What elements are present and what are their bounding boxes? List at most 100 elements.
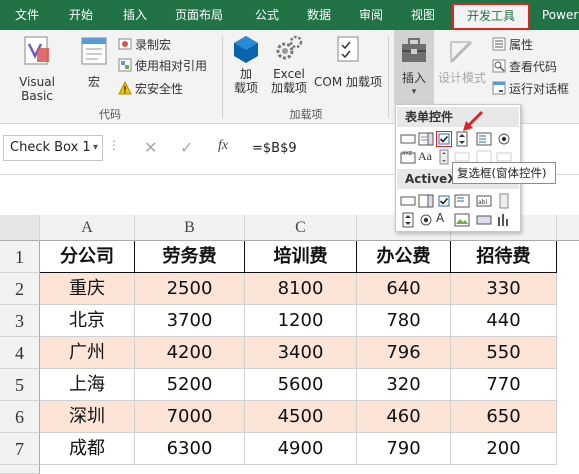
column-header-c[interactable]: C	[245, 215, 357, 241]
table-cell[interactable]: 深圳	[40, 401, 135, 433]
record-macro-button[interactable]: 录制宏	[118, 36, 171, 54]
scroll-bar-control-icon[interactable]	[436, 149, 452, 165]
table-cell[interactable]: 6300	[135, 433, 245, 465]
table-cell[interactable]: 广州	[40, 337, 135, 369]
resize-handle-icon[interactable]: ⋮	[108, 138, 120, 158]
table-cell[interactable]: 5200	[135, 369, 245, 401]
row-header-4[interactable]: 4	[0, 337, 40, 369]
addins-button[interactable]: 加 载项	[226, 34, 266, 100]
table-cell[interactable]: 550	[451, 337, 557, 369]
tab-home[interactable]: 开始	[58, 0, 104, 30]
insert-controls-button[interactable]: 插入 ▾	[394, 30, 434, 104]
tab-power[interactable]: Power	[536, 0, 579, 30]
table-cell[interactable]: 4200	[135, 337, 245, 369]
button-control-icon[interactable]	[400, 131, 416, 147]
table-header-cell[interactable]: 招待费	[451, 241, 557, 273]
table-cell[interactable]: 2500	[135, 273, 245, 305]
checkbox-control-icon[interactable]	[436, 131, 452, 147]
label-control-icon[interactable]: Aa	[418, 149, 434, 165]
table-cell[interactable]: 200	[451, 433, 557, 465]
function-icon[interactable]: fx	[218, 138, 228, 154]
table-cell[interactable]: 8100	[245, 273, 357, 305]
excel-addins-button[interactable]: Excel 加载项	[266, 34, 312, 100]
column-header-a[interactable]: A	[40, 215, 135, 241]
row-header-5[interactable]: 5	[0, 369, 40, 401]
row-header-7[interactable]: 7	[0, 433, 40, 465]
chevron-down-icon[interactable]: ▾	[93, 136, 98, 160]
relative-references-button[interactable]: 使用相对引用	[118, 57, 207, 75]
activex-text-box-icon[interactable]: abl	[476, 193, 492, 209]
activex-label-icon[interactable]: A	[436, 211, 452, 227]
name-box[interactable]: Check Box 1 ▾	[3, 135, 103, 161]
addins-label-2: 载项	[233, 81, 258, 95]
table-cell[interactable]: 3700	[135, 305, 245, 337]
table-cell[interactable]: 7000	[135, 401, 245, 433]
table-header-cell[interactable]: 培训费	[245, 241, 357, 273]
properties-button[interactable]: 属性	[492, 36, 533, 54]
tab-data[interactable]: 数据	[296, 0, 342, 30]
com-addins-button[interactable]: COM 加载项	[312, 34, 384, 100]
cancel-icon[interactable]: ✕	[144, 138, 157, 157]
activex-image-icon[interactable]	[454, 212, 470, 228]
table-header-cell[interactable]: 劳务费	[135, 241, 245, 273]
design-mode-button[interactable]: 设计模式	[436, 36, 488, 96]
table-cell[interactable]: 650	[451, 401, 557, 433]
table-cell[interactable]: 3400	[245, 337, 357, 369]
table-header-cell[interactable]: 办公费	[357, 241, 451, 273]
tab-insert[interactable]: 插入	[112, 0, 158, 30]
table-header-cell[interactable]: 分公司	[40, 241, 135, 273]
macros-button[interactable]: 宏	[76, 34, 112, 96]
tab-developer[interactable]: 开发工具	[452, 3, 530, 30]
row-header-3[interactable]: 3	[0, 305, 40, 337]
table-cell[interactable]: 460	[357, 401, 451, 433]
activex-spin-button-icon[interactable]	[400, 212, 416, 228]
table-cell[interactable]: 北京	[40, 305, 135, 337]
combo-box-control-icon[interactable]	[418, 131, 434, 147]
column-header-b[interactable]: B	[135, 215, 245, 241]
table-cell[interactable]: 440	[451, 305, 557, 337]
tooltip: 复选框(窗体控件)	[452, 162, 556, 184]
table-cell[interactable]: 5600	[245, 369, 357, 401]
tab-view[interactable]: 视图	[400, 0, 446, 30]
table-cell[interactable]: 640	[357, 273, 451, 305]
row-header-8[interactable]	[0, 465, 40, 474]
table-cell[interactable]: 重庆	[40, 273, 135, 305]
tab-review[interactable]: 审阅	[348, 0, 394, 30]
activex-checkbox-icon[interactable]	[436, 193, 452, 209]
option-button-control-icon[interactable]	[496, 131, 512, 147]
activex-list-box-icon[interactable]	[454, 193, 470, 209]
table-cell[interactable]: 320	[357, 369, 451, 401]
tab-page-layout[interactable]: 页面布局	[166, 0, 232, 30]
activex-scroll-bar-icon[interactable]	[496, 193, 512, 209]
table-cell[interactable]: 1200	[245, 305, 357, 337]
table-cell[interactable]: 4500	[245, 401, 357, 433]
table-cell[interactable]: 4900	[245, 433, 357, 465]
tab-file[interactable]: 文件	[4, 0, 50, 30]
activex-more-controls-icon[interactable]	[496, 212, 512, 228]
chevron-down-icon: ▾	[411, 87, 417, 97]
group-box-control-icon[interactable]: XYZ	[400, 149, 416, 165]
visual-basic-button[interactable]: Visual Basic	[2, 34, 72, 103]
tab-formulas[interactable]: 公式	[244, 0, 290, 30]
table-cell[interactable]: 780	[357, 305, 451, 337]
table-cell[interactable]: 成都	[40, 433, 135, 465]
activex-toggle-button-icon[interactable]	[476, 212, 492, 228]
activex-combo-box-icon[interactable]	[418, 193, 434, 209]
view-code-button[interactable]: 查看代码	[492, 58, 557, 76]
table-cell[interactable]: 上海	[40, 369, 135, 401]
table-cell[interactable]: 330	[451, 273, 557, 305]
macro-security-button[interactable]: 宏安全性	[118, 80, 183, 98]
run-dialog-button[interactable]: 运行对话框	[492, 80, 569, 98]
table-cell[interactable]: 790	[357, 433, 451, 465]
row-header-2[interactable]: 2	[0, 273, 40, 305]
confirm-icon[interactable]: ✓	[180, 138, 193, 157]
activex-option-button-icon[interactable]	[418, 212, 434, 228]
table-cell[interactable]: 770	[451, 369, 557, 401]
select-all-corner[interactable]	[0, 215, 40, 241]
row-header-1[interactable]: 1	[0, 241, 40, 273]
row-header-6[interactable]: 6	[0, 401, 40, 433]
formula-input[interactable]: =$B$9	[252, 141, 297, 156]
activex-button-icon[interactable]	[400, 193, 416, 209]
column-header-f[interactable]	[557, 215, 579, 241]
table-cell[interactable]: 796	[357, 337, 451, 369]
